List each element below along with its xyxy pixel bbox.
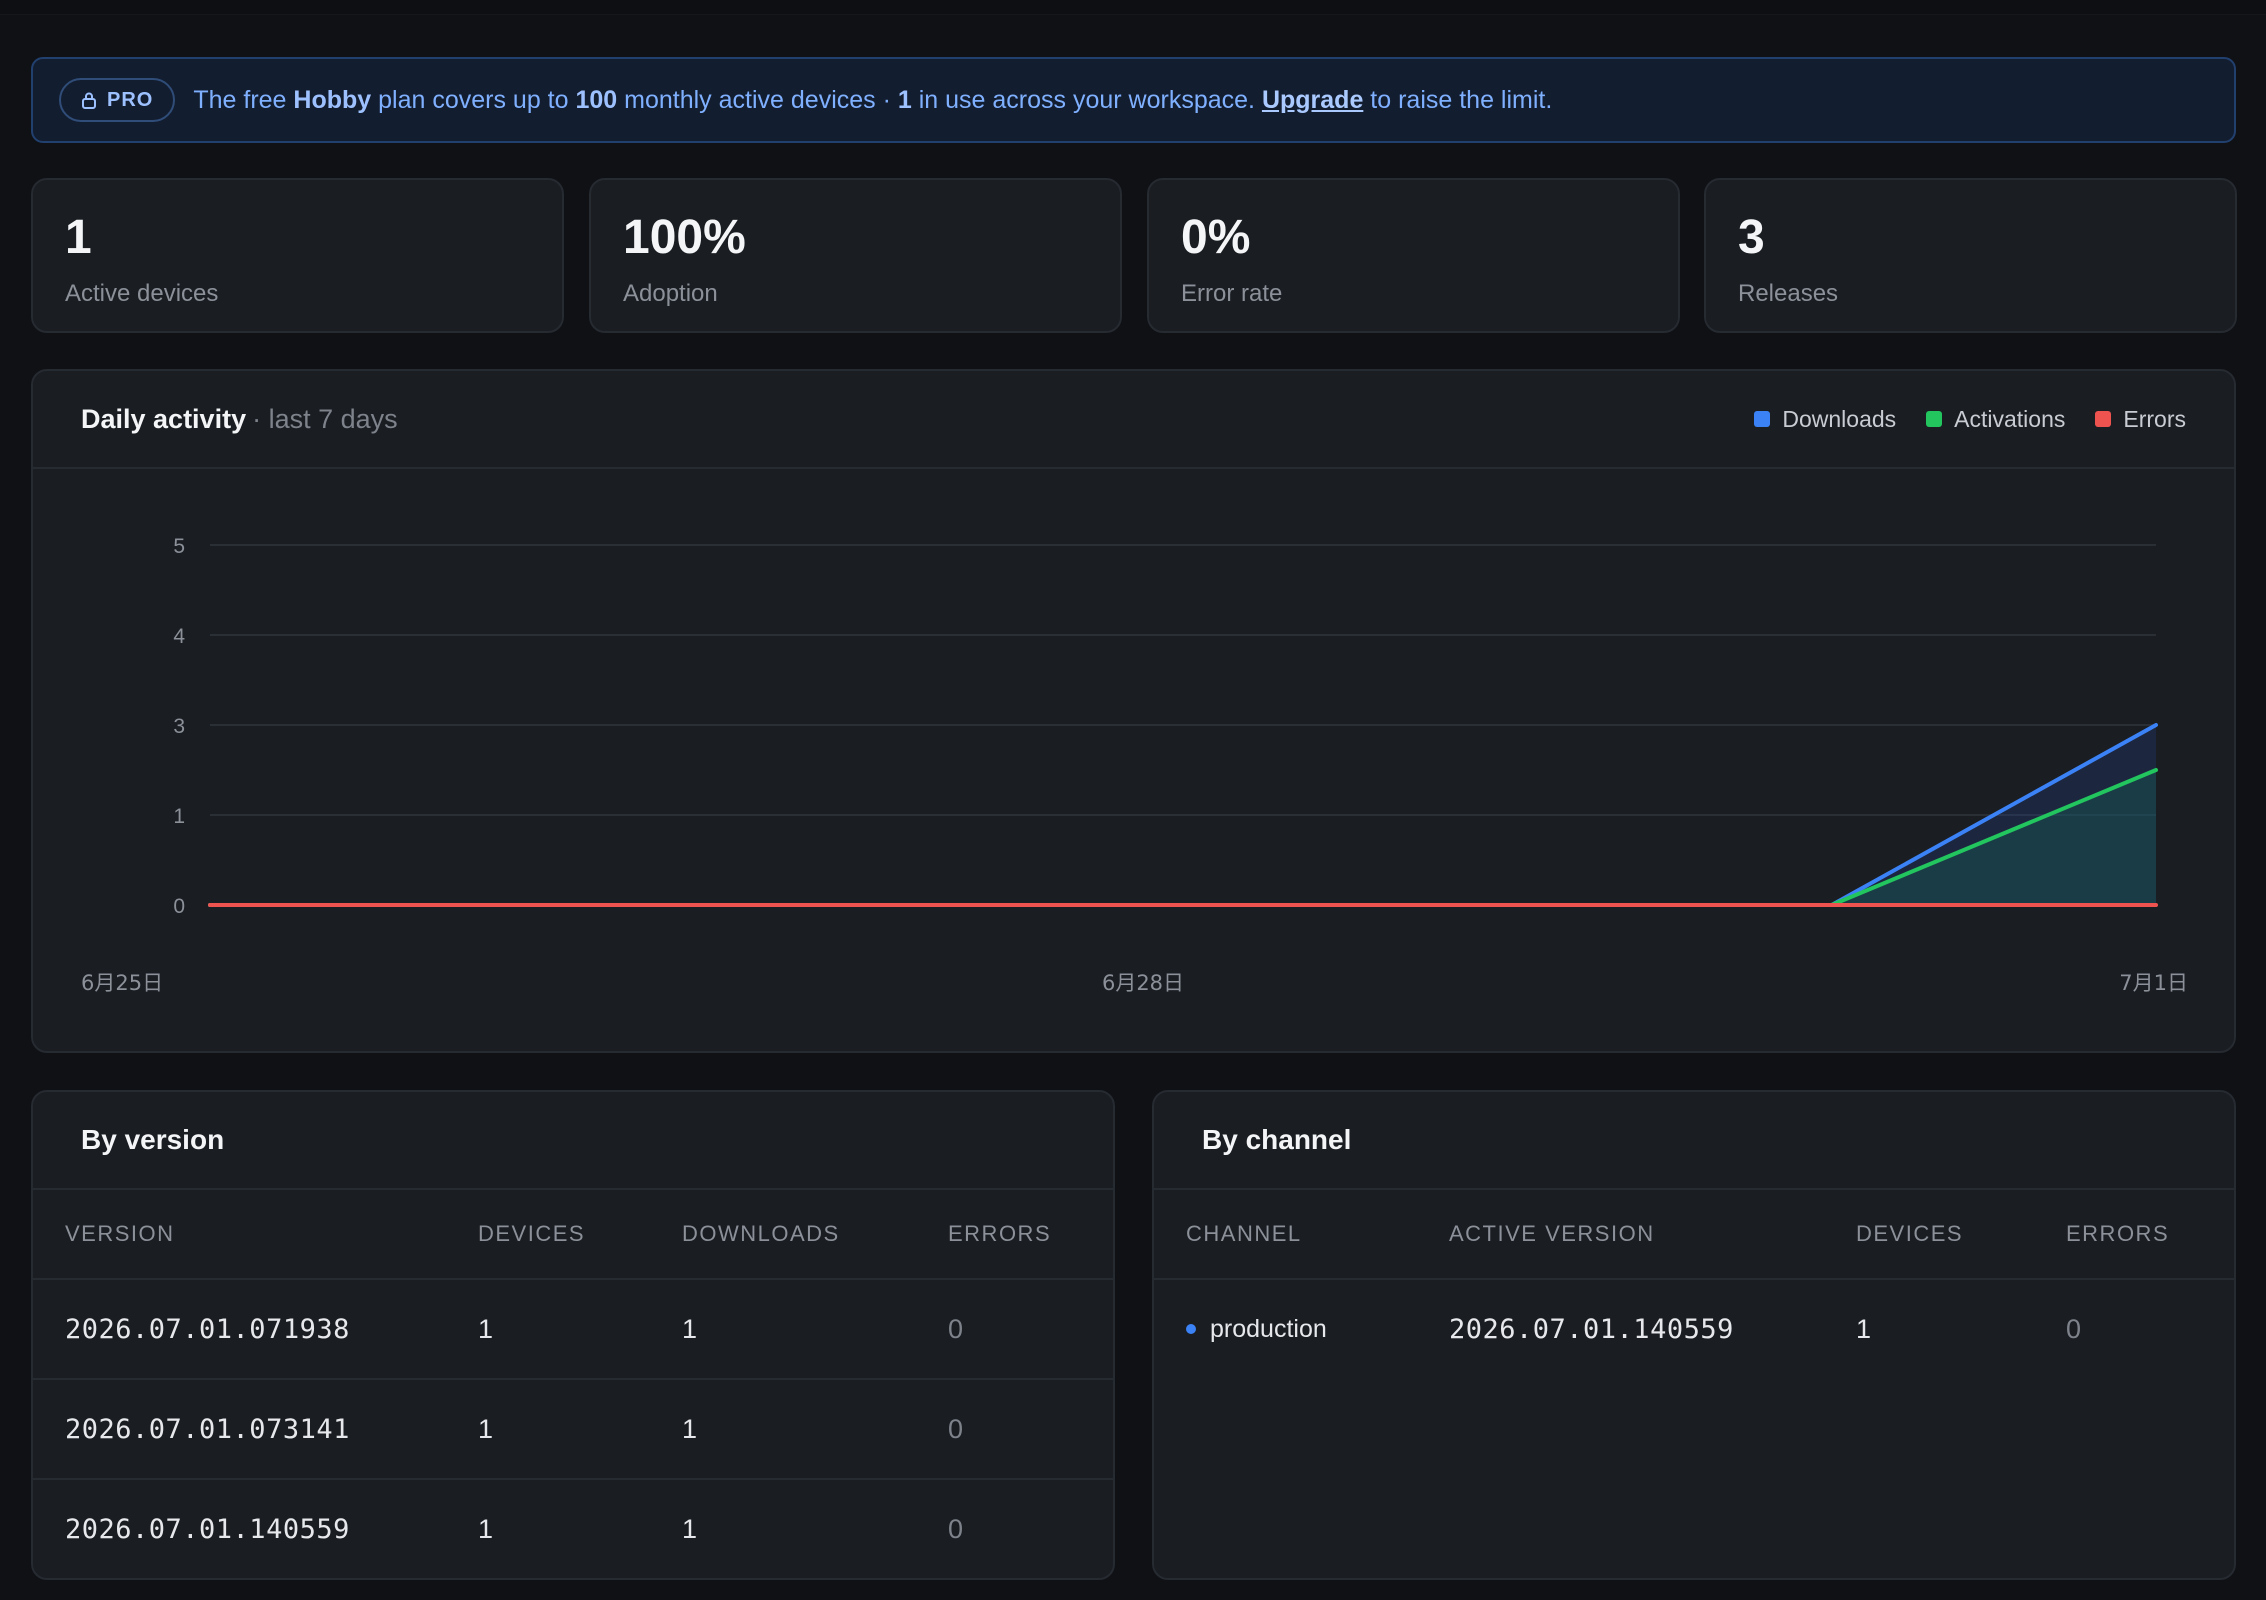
stat-label: Active devices (65, 280, 219, 307)
activity-chart: 0 1 3 4 5 6月25日 6月28日 7月1日 (81, 535, 2188, 995)
column-header-channel: CHANNEL (1186, 1221, 1302, 1246)
downloads-cell: 1 (682, 1513, 698, 1544)
daily-activity-card: Daily activity · last 7 days Downloads A… (31, 369, 2236, 1053)
column-header-devices: DEVICES (478, 1221, 586, 1246)
stat-label: Releases (1738, 280, 1839, 307)
stat-card-releases: 3 Releases (1704, 178, 2237, 333)
banner-in-use: 1 (897, 85, 912, 114)
y-tick-label: 1 (173, 805, 185, 828)
devices-cell: 1 (478, 1513, 494, 1544)
downloads-cell: 1 (682, 1313, 698, 1344)
banner-limit: 100 (575, 85, 618, 114)
column-header-errors: ERRORS (2066, 1221, 2170, 1246)
banner-text: in use across your workspace. (911, 85, 1262, 114)
pro-badge: PRO (59, 78, 176, 122)
by-version-title: By version (33, 1092, 1113, 1190)
stat-value: 100% (623, 211, 746, 264)
top-bar-edge (0, 0, 2266, 15)
column-header-version: VERSION (65, 1221, 175, 1246)
y-tick-label: 3 (173, 715, 185, 738)
stat-card-active-devices: 1 Active devices (31, 178, 564, 333)
y-tick-label: 4 (173, 625, 185, 648)
stat-label: Adoption (623, 280, 718, 307)
y-tick-label: 5 (173, 535, 185, 558)
banner-plan-name: Hobby (293, 85, 372, 114)
stat-value: 0% (1181, 211, 1251, 264)
column-header-devices: DEVICES (1856, 1221, 1964, 1246)
errors-cell: 0 (2066, 1313, 2082, 1344)
plan-limit-banner: PRO The free Hobby plan covers up to 100… (31, 57, 2236, 143)
stat-value: 3 (1738, 211, 1765, 264)
pro-badge-label: PRO (107, 88, 154, 111)
channel-cell: production (1186, 1280, 1327, 1378)
table-header: CHANNEL ACTIVE VERSION DEVICES ERRORS (1154, 1190, 2234, 1280)
devices-cell: 1 (478, 1313, 494, 1344)
x-tick-label: 6月28日 (1102, 971, 1184, 995)
banner-text: plan covers up to (371, 85, 576, 114)
version-cell: 2026.07.01.140559 (65, 1513, 350, 1545)
errors-cell: 0 (948, 1313, 964, 1344)
errors-cell: 0 (948, 1513, 964, 1544)
channel-name: production (1210, 1314, 1327, 1343)
banner-text: to raise the limit. (1363, 85, 1553, 114)
column-header-active-version: ACTIVE VERSION (1449, 1221, 1655, 1246)
column-header-downloads: DOWNLOADS (682, 1221, 840, 1246)
banner-text: The free (193, 85, 294, 114)
devices-cell: 1 (478, 1413, 494, 1444)
active-version-cell: 2026.07.01.140559 (1449, 1313, 1734, 1345)
table-header: VERSION DEVICES DOWNLOADS ERRORS (33, 1190, 1113, 1280)
y-tick-label: 0 (173, 895, 185, 918)
devices-cell: 1 (1856, 1313, 1872, 1344)
downloads-cell: 1 (682, 1413, 698, 1444)
channel-status-dot (1186, 1324, 1196, 1334)
table-row[interactable]: 2026.07.01.073141 1 1 0 (33, 1380, 1113, 1480)
stat-value: 1 (65, 211, 92, 264)
banner-text: monthly active devices · (617, 85, 898, 114)
stat-label: Error rate (1181, 280, 1283, 307)
by-version-card: By version VERSION DEVICES DOWNLOADS ERR… (31, 1090, 1115, 1580)
by-channel-title: By channel (1154, 1092, 2234, 1190)
column-header-errors: ERRORS (948, 1221, 1052, 1246)
stat-card-error-rate: 0% Error rate (1147, 178, 1680, 333)
stat-card-adoption: 100% Adoption (589, 178, 1122, 333)
by-channel-card: By channel CHANNEL ACTIVE VERSION DEVICE… (1152, 1090, 2236, 1580)
errors-cell: 0 (948, 1413, 964, 1444)
table-row[interactable]: production 2026.07.01.140559 1 0 (1154, 1280, 2234, 1380)
x-tick-label: 7月1日 (2119, 971, 2188, 995)
table-row[interactable]: 2026.07.01.071938 1 1 0 (33, 1280, 1113, 1380)
version-cell: 2026.07.01.071938 (65, 1313, 350, 1345)
upgrade-link[interactable]: Upgrade (1262, 86, 1363, 115)
table-row[interactable]: 2026.07.01.140559 1 1 0 (33, 1480, 1113, 1578)
lock-icon (82, 92, 96, 109)
version-cell: 2026.07.01.073141 (65, 1413, 350, 1445)
x-tick-label: 6月25日 (81, 971, 163, 995)
